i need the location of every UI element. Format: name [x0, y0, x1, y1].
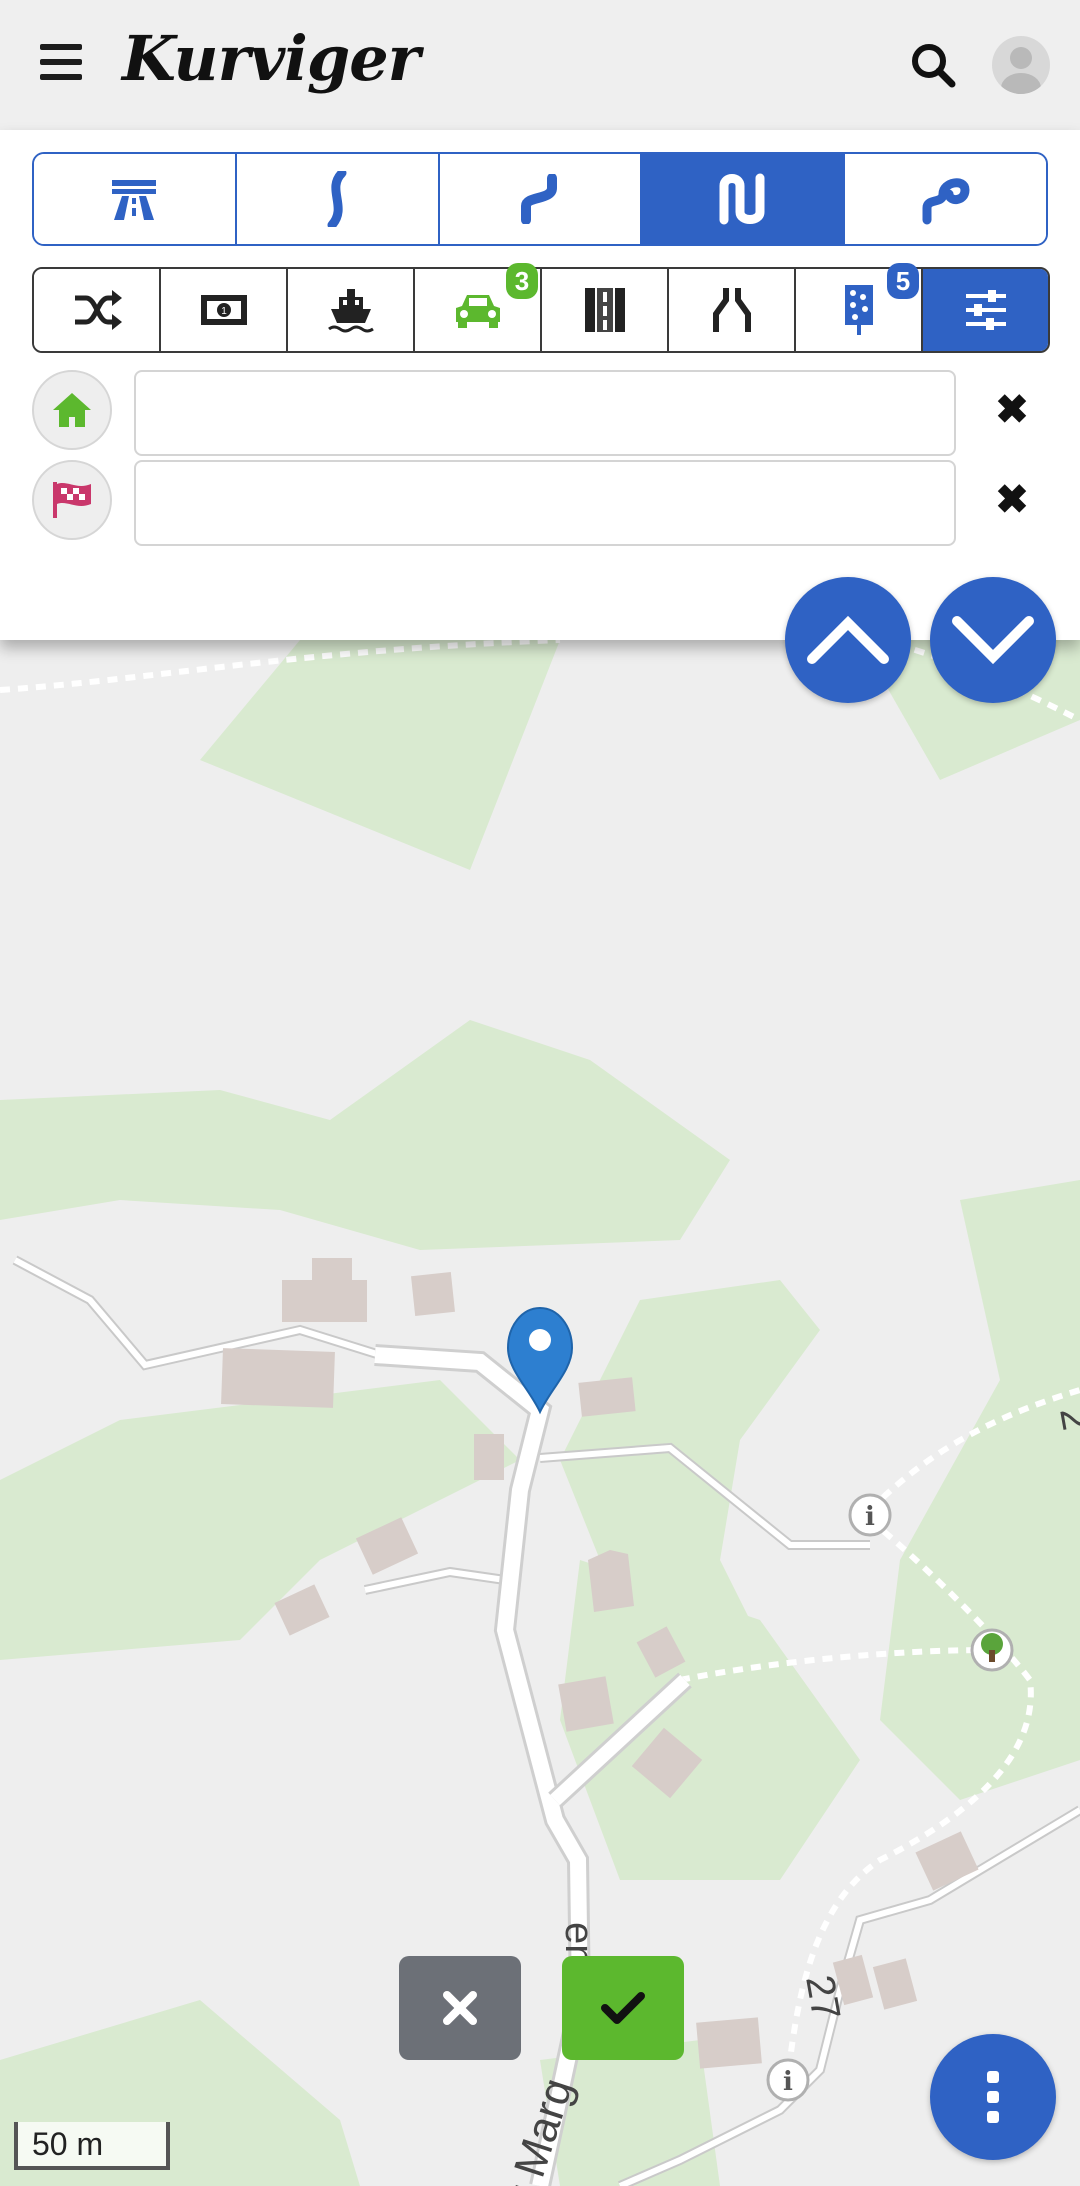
narrow-road-option-button[interactable]	[669, 269, 796, 351]
curviness-highway-button[interactable]	[34, 154, 237, 244]
more-options-button[interactable]	[930, 2034, 1056, 2160]
unpaved-count-badge: 5	[887, 263, 919, 299]
toll-option-button[interactable]: 1	[161, 269, 288, 351]
chevron-down-icon	[952, 616, 1034, 665]
svg-text:i: i	[865, 1502, 875, 1532]
cancel-button[interactable]	[399, 1956, 521, 2060]
svg-text:1: 1	[221, 306, 227, 317]
route-settings-button[interactable]	[923, 269, 1048, 351]
road-icon	[584, 288, 625, 332]
clear-destination-icon[interactable]: ✖	[990, 478, 1034, 522]
confirm-button[interactable]	[562, 1956, 684, 2060]
curviness-curvy-button[interactable]	[439, 154, 643, 244]
curviness-extra-curvy-button[interactable]	[642, 154, 846, 244]
expand-panel-button[interactable]	[930, 577, 1056, 703]
user-avatar-icon[interactable]	[992, 36, 1050, 94]
settings-sliders-icon	[965, 290, 1006, 330]
traffic-count-badge: 3	[506, 263, 538, 299]
map-scale-bar: 50 m	[14, 2122, 170, 2170]
more-vertical-icon	[987, 2071, 999, 2123]
shuffle-option-button[interactable]	[34, 269, 161, 351]
curviness-slight-button[interactable]	[236, 154, 440, 244]
curviest-icon	[922, 178, 970, 225]
unpaved-option-button[interactable]: 5	[796, 263, 923, 351]
map-canvas: i i 27 2 kt Marg en	[0, 640, 1080, 2186]
clear-start-icon[interactable]: ✖	[990, 388, 1034, 432]
curviness-curviest-button[interactable]	[845, 154, 1046, 244]
route-options-bar: 1 3 5	[32, 263, 1050, 353]
slight-curve-icon	[327, 171, 347, 227]
app-logo: Kurviger	[122, 22, 420, 95]
map-view[interactable]: i i 27 2 kt Marg en	[0, 640, 1080, 2186]
unpaved-road-icon	[844, 285, 873, 335]
collapse-panel-button[interactable]	[785, 577, 911, 703]
car-icon	[455, 295, 500, 328]
traffic-option-button[interactable]: 3	[415, 263, 542, 351]
app-header: Kurviger	[0, 0, 1080, 130]
extra-curvy-icon	[719, 173, 765, 225]
check-icon	[601, 1992, 645, 2024]
info-poi-icon: i	[766, 2058, 810, 2102]
road-option-button[interactable]	[542, 269, 669, 351]
narrow-road-icon	[712, 288, 751, 332]
shuffle-icon	[74, 290, 122, 330]
info-poi-icon: i	[848, 1493, 892, 1537]
toll-money-icon: 1	[200, 295, 247, 325]
svg-text:i: i	[783, 2067, 793, 2097]
close-icon	[443, 1991, 477, 2025]
home-icon	[32, 370, 112, 450]
highway-icon	[112, 180, 157, 220]
finish-flag-icon	[32, 460, 112, 540]
tree-poi-icon	[970, 1628, 1014, 1672]
destination-waypoint-input[interactable]	[134, 460, 956, 546]
road-ref-label: 27	[797, 1972, 848, 2023]
ferry-icon	[327, 289, 374, 333]
curvy-icon	[520, 174, 557, 224]
curviness-selector	[32, 152, 1048, 246]
start-waypoint-input[interactable]	[134, 370, 956, 456]
search-icon[interactable]	[908, 40, 958, 90]
ferry-option-button[interactable]	[288, 269, 415, 351]
chevron-up-icon	[807, 615, 889, 664]
hamburger-icon[interactable]	[40, 44, 82, 82]
